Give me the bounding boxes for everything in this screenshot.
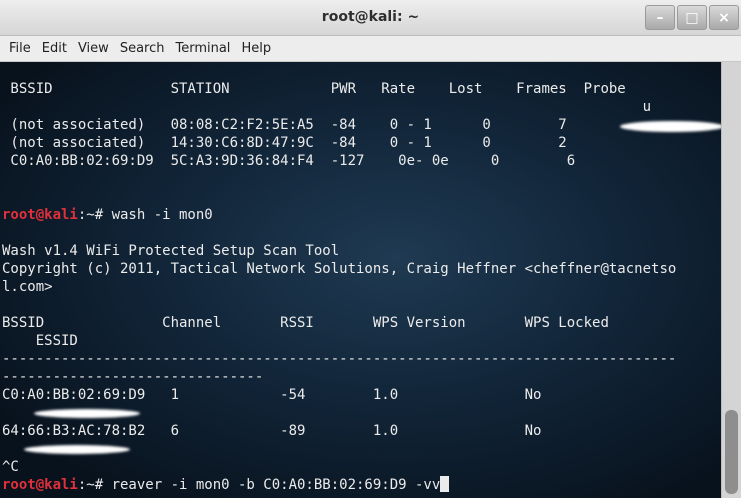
line-text: -------------------------------	[2, 369, 264, 385]
output-line: ----------------------------------------…	[2, 350, 676, 368]
output-line: ^C	[2, 458, 676, 476]
title-bar: root@kali: ~ – □ ×	[0, 0, 741, 36]
output-line: 64:66:B3:AC:78:B2 6 -89 1.0 No	[2, 422, 676, 440]
redaction-mark	[24, 445, 130, 454]
line-text: :~# wash -i mon0	[77, 207, 213, 223]
output-line: BSSID STATION PWR Rate Lost Frames Probe	[2, 80, 676, 98]
output-line: l.com>	[2, 278, 676, 296]
output-line: C0:A0:BB:02:69:D9 5C:A3:9D:36:84:F4 -127…	[2, 152, 676, 170]
line-text: C0:A0:BB:02:69:D9 5C:A3:9D:36:84:F4 -127…	[2, 153, 576, 169]
terminal-scrollbar[interactable]	[721, 62, 741, 498]
line-text: ESSID	[2, 333, 78, 349]
line-text: u	[2, 99, 652, 115]
window-title: root@kali: ~	[321, 9, 420, 25]
menu-view[interactable]: View	[73, 41, 114, 56]
output-line: Copyright (c) 2011, Tactical Network Sol…	[2, 260, 676, 278]
line-text: BSSID STATION PWR Rate Lost Frames Probe	[2, 81, 626, 97]
output-line: (not associated) 14:30:C6:8D:47:9C -84 0…	[2, 134, 676, 152]
line-text: BSSID Channel RSSI WPS Version WPS Locke…	[2, 315, 609, 331]
output-line: (not associated) 08:08:C2:F2:5E:A5 -84 0…	[2, 116, 676, 134]
line-text: l.com>	[2, 279, 53, 295]
line-text: 64:66:B3:AC:78:B2 6 -89 1.0 No	[2, 423, 542, 439]
menu-file[interactable]: File	[4, 41, 36, 56]
menu-bar: File Edit View Search Terminal Help	[0, 36, 741, 62]
line-text: (not associated) 08:08:C2:F2:5E:A5 -84 0…	[2, 117, 567, 133]
line-text: (not associated) 14:30:C6:8D:47:9C -84 0…	[2, 135, 567, 151]
close-button[interactable]: ×	[709, 5, 739, 30]
line-text: ^C	[2, 459, 19, 475]
terminal-output[interactable]: BSSID STATION PWR Rate Lost Frames Probe…	[0, 62, 721, 498]
prompt-user: root@kali	[2, 207, 78, 223]
output-line: -------------------------------	[2, 368, 676, 386]
output-line: Wash v1.4 WiFi Protected Setup Scan Tool	[2, 242, 676, 260]
menu-terminal[interactable]: Terminal	[170, 41, 235, 56]
window-controls: – □ ×	[645, 5, 739, 30]
output-line: C0:A0:BB:02:69:D9 1 -54 1.0 No	[2, 386, 676, 404]
prompt-user: root@kali	[2, 477, 78, 493]
line-text: ----------------------------------------…	[2, 351, 677, 367]
line-text: :~# reaver -i mon0 -b C0:A0:BB:02:69:D9 …	[77, 477, 441, 493]
line-text: C0:A0:BB:02:69:D9 1 -54 1.0 No	[2, 387, 542, 403]
redaction-mark	[620, 121, 721, 132]
menu-help[interactable]: Help	[236, 41, 276, 56]
output-line: u	[2, 98, 676, 116]
line-text: Wash v1.4 WiFi Protected Setup Scan Tool	[2, 243, 340, 259]
menu-edit[interactable]: Edit	[37, 41, 72, 56]
menu-search[interactable]: Search	[115, 41, 170, 56]
command-line: root@kali:~# wash -i mon0	[2, 206, 676, 224]
output-line: ESSID	[2, 332, 676, 350]
minimize-button[interactable]: –	[645, 5, 675, 30]
scrollbar-thumb[interactable]	[725, 410, 738, 494]
terminal-text: BSSID STATION PWR Rate Lost Frames Probe…	[2, 80, 676, 494]
output-line: BSSID Channel RSSI WPS Version WPS Locke…	[2, 314, 676, 332]
line-text: Copyright (c) 2011, Tactical Network Sol…	[2, 261, 677, 277]
text-cursor	[440, 476, 450, 492]
command-line: root@kali:~# reaver -i mon0 -b C0:A0:BB:…	[2, 476, 676, 494]
redaction-mark	[34, 409, 140, 418]
maximize-button[interactable]: □	[677, 5, 707, 30]
